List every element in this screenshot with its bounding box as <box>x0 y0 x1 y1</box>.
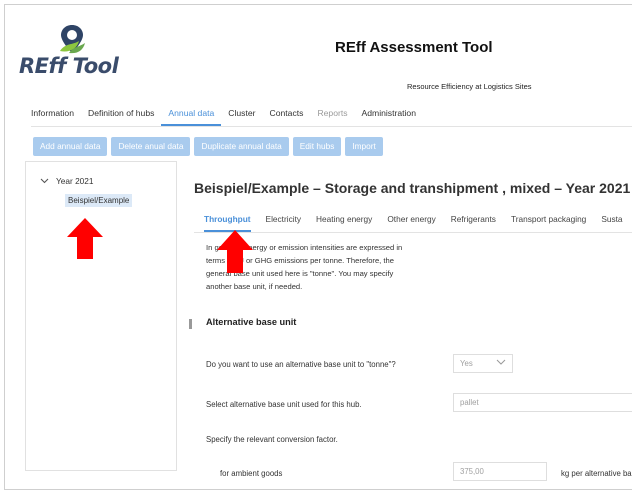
nav-definition-of-hubs[interactable]: Definition of hubs <box>81 106 161 126</box>
red-arrow-up-icon <box>67 218 103 259</box>
ambient-unit-label: kg per alternative ba <box>561 469 632 478</box>
q2-label: Select alternative base unit used for th… <box>206 400 362 409</box>
nav-divider <box>31 126 632 127</box>
chevron-down-icon[interactable] <box>40 178 49 184</box>
tree-leaf-hub-selected[interactable]: Beispiel/Example <box>65 194 133 207</box>
add-annual-data-button[interactable]: Add annual data <box>33 137 108 156</box>
q3-label: Specify the relevant conversion factor. <box>206 435 338 444</box>
panel-resize-handle[interactable] <box>189 319 192 329</box>
data-tabs: Throughput Electricity Heating energy Ot… <box>204 213 632 232</box>
tab-electricity[interactable]: Electricity <box>266 213 302 232</box>
nav-cluster[interactable]: Cluster <box>221 106 262 126</box>
tab-refrigerants[interactable]: Refrigerants <box>451 213 496 232</box>
red-arrow-up-icon <box>217 230 253 273</box>
duplicate-annual-data-button[interactable]: Duplicate annual data <box>194 137 289 156</box>
tab-sustainability[interactable]: Susta <box>601 213 622 232</box>
alt-base-unit-field[interactable]: pallet <box>453 393 632 412</box>
tab-heating-energy[interactable]: Heating energy <box>316 213 372 232</box>
app-logo: REff Tool <box>19 23 129 83</box>
edit-hubs-button[interactable]: Edit hubs <box>292 137 342 156</box>
alt-base-unit-select-value: Yes <box>460 359 473 368</box>
logo-text: REff Tool <box>19 54 119 78</box>
ambient-goods-label: for ambient goods <box>220 469 283 478</box>
tab-other-energy[interactable]: Other energy <box>387 213 435 232</box>
app-window: REff Tool REff Assessment Tool Resource … <box>4 4 632 490</box>
alt-base-unit-select[interactable]: Yes <box>453 354 513 373</box>
section-title-alt-base-unit: Alternative base unit <box>206 317 297 327</box>
nav-administration[interactable]: Administration <box>355 106 423 126</box>
nav-information[interactable]: Information <box>31 106 81 126</box>
chevron-down-icon <box>496 359 506 365</box>
nav-contacts[interactable]: Contacts <box>263 106 311 126</box>
tree-panel: Year 2021 Beispiel/Example <box>25 161 177 471</box>
q1-label: Do you want to use an alternative base u… <box>206 360 396 369</box>
location-pin-leaf-icon <box>60 25 85 54</box>
app-subtitle: Resource Efficiency at Logistics Sites <box>407 82 532 91</box>
main-nav: Information Definition of hubs Annual da… <box>31 106 423 126</box>
tab-transport-packaging[interactable]: Transport packaging <box>511 213 586 232</box>
delete-annual-data-button[interactable]: Delete anual data <box>111 137 191 156</box>
toolbar: Add annual data Delete anual data Duplic… <box>33 137 383 156</box>
nav-annual-data[interactable]: Annual data <box>161 106 222 126</box>
ambient-conversion-input[interactable]: 375,00 <box>453 462 547 481</box>
page-title: Beispiel/Example – Storage and transhipm… <box>194 180 631 196</box>
tree-node-year[interactable]: Year 2021 <box>40 176 94 186</box>
tree-node-year-label: Year 2021 <box>56 176 94 186</box>
app-title: REff Assessment Tool <box>335 39 493 56</box>
intro-line: another base unit, if needed. <box>206 282 303 291</box>
import-button[interactable]: Import <box>345 137 383 156</box>
tabs-divider <box>194 232 632 233</box>
nav-reports[interactable]: Reports <box>310 106 354 126</box>
